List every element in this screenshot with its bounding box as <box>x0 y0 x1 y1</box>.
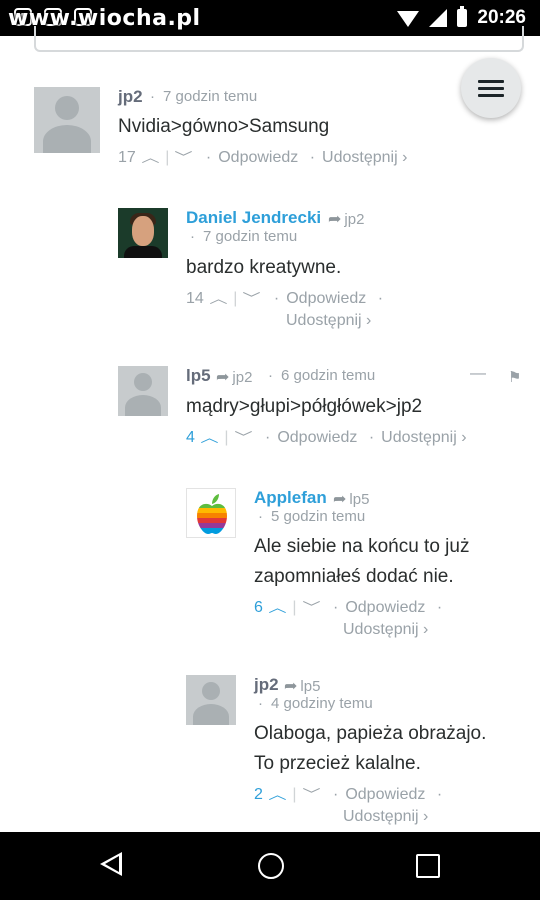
list-icon <box>478 76 504 101</box>
comment-actions: 14 ︿ | ﹀ · Odpowiedz · <box>186 287 390 310</box>
reply-arrow-icon: ➦ <box>216 369 230 386</box>
comment-text-line: To przecież kalalne. <box>254 753 421 774</box>
vote-count: 6 <box>254 599 263 616</box>
upvote-icon[interactable]: ︿ <box>142 146 160 169</box>
comment-author[interactable]: Daniel Jendrecki <box>186 208 321 228</box>
comment-text: mądry>głupi>półgłówek>jp2 <box>186 396 423 417</box>
vote-count: 4 <box>186 429 195 446</box>
comment-text-line: Olaboga, papieża obrażajo. <box>254 723 487 744</box>
downvote-icon[interactable]: ﹀ <box>302 596 320 619</box>
avatar[interactable] <box>118 208 168 258</box>
recent-apps-icon[interactable] <box>416 854 440 878</box>
comment-author[interactable]: Applefan <box>254 488 327 508</box>
comment-author[interactable]: lp5 <box>186 366 211 386</box>
comment-author[interactable]: jp2 <box>254 675 279 695</box>
comment-actions: 4 ︿ | ﹀ · Odpowiedz · Udostępnij › <box>186 426 467 449</box>
reply-link[interactable]: Odpowiedz <box>345 783 425 806</box>
reply-to: ➦ jp2 <box>216 369 253 386</box>
comment-author[interactable]: jp2 <box>118 87 143 107</box>
upvote-icon[interactable]: ︿ <box>269 783 287 806</box>
comment-time[interactable]: · 6 godzin temu <box>268 367 375 384</box>
comment-text-line: zapomniałeś dodać nie. <box>254 566 454 587</box>
reply-link[interactable]: Odpowiedz <box>286 287 366 310</box>
comment-actions: 17 ︿ | ﹀ · Odpowiedz · Udostępnij › <box>118 146 407 169</box>
reply-to: ➦ lp5 <box>284 678 321 695</box>
flag-icon[interactable]: ⚑ <box>508 368 521 386</box>
back-icon[interactable] <box>100 852 122 876</box>
vote-count: 2 <box>254 786 263 803</box>
apple-logo-icon <box>197 494 227 534</box>
reply-arrow-icon: ➦ <box>333 491 347 508</box>
comment-time[interactable]: · 5 godzin temu <box>258 508 365 525</box>
comment-time[interactable]: · 7 godzin temu <box>190 228 297 245</box>
downvote-icon[interactable]: ﹀ <box>175 146 193 169</box>
navigation-bar <box>0 832 540 900</box>
upvote-icon[interactable]: ︿ <box>210 287 228 310</box>
signal-icon <box>429 9 448 27</box>
upvote-icon[interactable]: ︿ <box>201 426 219 449</box>
share-link[interactable]: Udostępnij › <box>381 426 466 449</box>
comment-time[interactable]: · 4 godziny temu <box>258 695 373 712</box>
avatar[interactable] <box>186 675 236 725</box>
vote-count: 14 <box>186 290 204 307</box>
avatar[interactable] <box>186 488 236 538</box>
comment-text: bardzo kreatywne. <box>186 257 342 278</box>
reply-to: ➦ lp5 <box>333 491 370 508</box>
downvote-icon[interactable]: ﹀ <box>234 426 252 449</box>
comment-actions: 6 ︿ | ﹀ · Odpowiedz · <box>254 596 449 619</box>
comment-actions: 2 ︿ | ﹀ · Odpowiedz · <box>254 783 449 806</box>
wifi-icon <box>397 11 420 27</box>
comment-input-box[interactable] <box>34 26 524 52</box>
collapse-button[interactable]: — <box>470 365 486 383</box>
reply-arrow-icon: ➦ <box>284 678 298 695</box>
share-link[interactable]: Udostępnij › <box>322 146 407 169</box>
menu-fab-button[interactable] <box>461 58 521 118</box>
home-icon[interactable] <box>258 853 284 879</box>
comment-text: Nvidia>gówno>Samsung <box>118 116 330 137</box>
vote-count: 17 <box>118 149 136 166</box>
share-link[interactable]: Udostępnij › <box>343 805 428 828</box>
share-link[interactable]: Udostępnij › <box>286 309 371 332</box>
share-link[interactable]: Udostępnij › <box>343 618 428 641</box>
battery-icon <box>457 6 468 27</box>
comment-text-line: Ale siebie na końcu to już <box>254 536 470 557</box>
upvote-icon[interactable]: ︿ <box>269 596 287 619</box>
avatar[interactable] <box>34 87 100 153</box>
downvote-icon[interactable]: ﹀ <box>243 287 261 310</box>
downvote-icon[interactable]: ﹀ <box>302 783 320 806</box>
reply-to: ➦ jp2 <box>328 211 365 228</box>
reply-link[interactable]: Odpowiedz <box>345 596 425 619</box>
reply-link[interactable]: Odpowiedz <box>277 426 357 449</box>
reply-arrow-icon: ➦ <box>328 211 342 228</box>
avatar[interactable] <box>118 366 168 416</box>
comment-time[interactable]: · 7 godzin temu <box>150 88 257 105</box>
reply-link[interactable]: Odpowiedz <box>218 146 298 169</box>
